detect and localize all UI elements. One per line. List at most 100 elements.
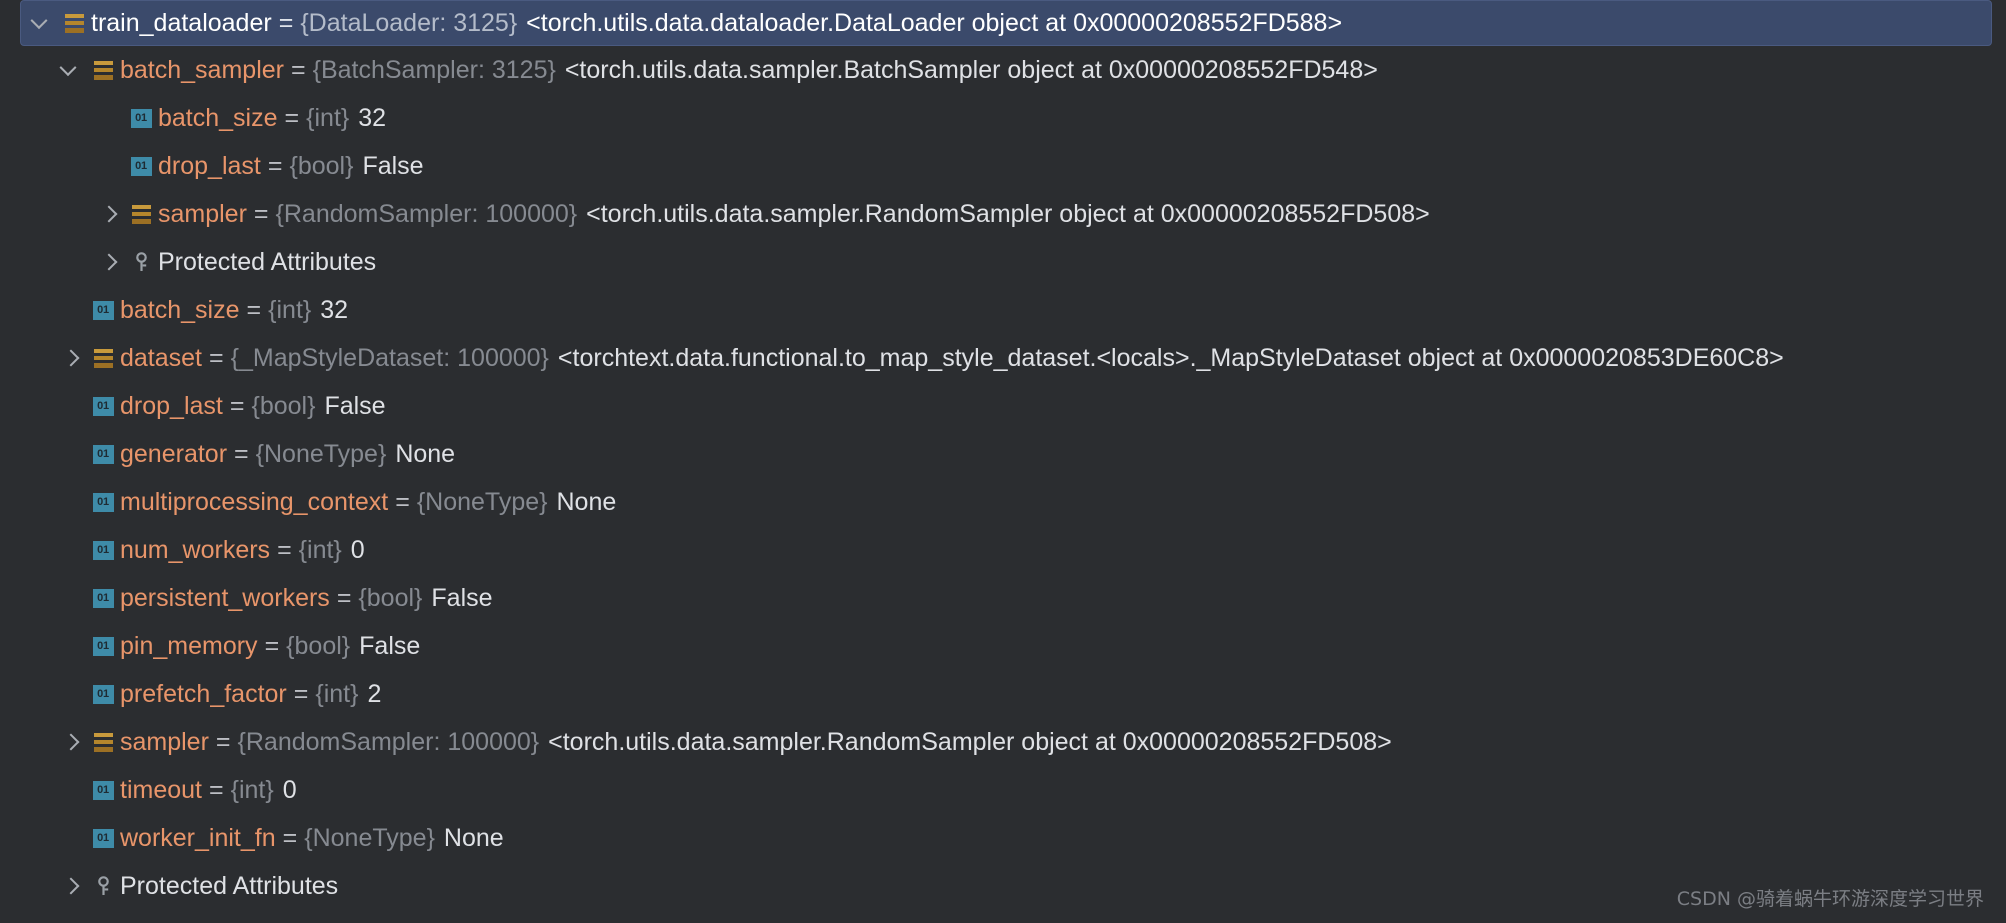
variable-repr: <torch.utils.data.sampler.RandomSampler …	[586, 200, 1430, 228]
equals-sign: =	[253, 200, 269, 228]
variable-name: prefetch_factor	[120, 680, 287, 708]
primitive-icon-glyph: 01	[92, 588, 114, 608]
chevron-right-icon[interactable]	[60, 718, 86, 766]
variable-value: False	[362, 152, 424, 180]
variable-type: {RandomSampler: 100000}	[237, 728, 540, 756]
tree-row[interactable]: 01 timeout = {int} 0	[0, 766, 2006, 814]
equals-sign: =	[278, 9, 294, 37]
variable-value: 0	[282, 776, 297, 804]
variable-value: 0	[350, 536, 365, 564]
object-icon-glyph	[93, 732, 113, 752]
variable-name: batch_sampler	[120, 56, 284, 84]
chevron-right-icon[interactable]	[60, 334, 86, 382]
group-label: Protected Attributes	[120, 872, 339, 900]
variable-repr: <torch.utils.data.sampler.BatchSampler o…	[564, 56, 1378, 84]
object-icon	[86, 334, 120, 382]
equals-sign: =	[215, 728, 231, 756]
variable-name: multiprocessing_context	[120, 488, 389, 516]
primitive-icon-glyph: 01	[92, 300, 114, 320]
tree-row[interactable]: 01 worker_init_fn = {NoneType} None	[0, 814, 2006, 862]
variable-value: 32	[320, 296, 349, 324]
watermark: CSDN @骑着蜗牛环游深度学习世界	[1676, 888, 1984, 910]
variable-name: drop_last	[120, 392, 223, 420]
variable-name: sampler	[158, 200, 247, 228]
tree-row[interactable]: train_dataloader = {DataLoader: 3125} <torc…	[20, 0, 1992, 46]
equals-sign: =	[290, 56, 306, 84]
primitive-icon: 01	[86, 430, 120, 478]
tree-row[interactable]: 01 drop_last = {bool} False	[0, 382, 2006, 430]
primitive-icon-glyph: 01	[92, 396, 114, 416]
tree-row[interactable]: batch_sampler = {BatchSampler: 3125} <torch…	[0, 46, 2006, 94]
variable-name: generator	[120, 440, 228, 468]
tree-rows-container: train_dataloader = {DataLoader: 3125} <torc…	[0, 0, 2006, 910]
primitive-icon: 01	[86, 478, 120, 526]
debugger-variables-tree[interactable]: train_dataloader = {DataLoader: 3125} <torc…	[0, 0, 2006, 923]
object-icon-glyph	[93, 348, 113, 368]
object-icon-glyph	[64, 13, 84, 33]
object-icon	[86, 718, 120, 766]
tree-row[interactable]: 01 persistent_workers = {bool} False	[0, 574, 2006, 622]
equals-sign: =	[336, 584, 352, 612]
variable-value: 2	[367, 680, 382, 708]
variable-type: {int}	[298, 536, 342, 564]
chevron-down-icon[interactable]	[31, 0, 57, 47]
variable-type: {NoneType}	[304, 824, 435, 852]
equals-sign: =	[395, 488, 410, 516]
key-icon-glyph	[135, 252, 147, 271]
variable-name: worker_init_fn	[120, 824, 276, 852]
tree-row[interactable]: sampler = {RandomSampler: 100000} <torch.ut…	[0, 190, 2006, 238]
variable-type: {RandomSampler: 100000}	[275, 200, 578, 228]
primitive-icon-glyph: 01	[130, 108, 152, 128]
tree-row[interactable]: 01 prefetch_factor = {int} 2	[0, 670, 2006, 718]
equals-sign: =	[277, 536, 292, 564]
variable-type: {NoneType}	[255, 440, 387, 468]
primitive-icon-glyph: 01	[92, 444, 114, 464]
tree-row[interactable]: 01 batch_size = {int} 32	[0, 286, 2006, 334]
tree-row[interactable]: 01 generator = {NoneType} None	[0, 430, 2006, 478]
chevron-down-icon[interactable]	[60, 46, 86, 94]
tree-row[interactable]: dataset = {_MapStyleDataset: 100000} <torch…	[0, 334, 2006, 382]
chevron-right-icon[interactable]	[60, 862, 86, 910]
variable-type: {int}	[268, 296, 312, 324]
variable-name: sampler	[120, 728, 209, 756]
chevron-right-icon[interactable]	[98, 190, 124, 238]
tree-row[interactable]: 01 drop_last = {bool} False	[0, 142, 2006, 190]
key-icon	[124, 238, 158, 286]
key-icon	[86, 862, 120, 910]
object-icon	[86, 46, 120, 94]
variable-type: {int}	[315, 680, 359, 708]
tree-row[interactable]: 01 multiprocessing_context = {NoneType} None	[0, 478, 2006, 526]
variable-type: {NoneType}	[416, 488, 548, 516]
tree-row[interactable]: Protected Attributes	[0, 238, 2006, 286]
variable-name: batch_size	[120, 296, 240, 324]
equals-sign: =	[234, 440, 249, 468]
primitive-icon: 01	[124, 142, 158, 190]
chevron-right-icon[interactable]	[98, 238, 124, 286]
tree-row[interactable]: 01 pin_memory = {bool} False	[0, 622, 2006, 670]
tree-row[interactable]: 01 num_workers = {int} 0	[0, 526, 2006, 574]
primitive-icon: 01	[86, 382, 120, 430]
group-label: Protected Attributes	[158, 248, 377, 276]
tree-row[interactable]: 01 batch_size = {int} 32	[0, 94, 2006, 142]
variable-type: {bool}	[358, 584, 423, 612]
equals-sign: =	[208, 776, 224, 804]
equals-sign: =	[264, 632, 280, 660]
variable-value: False	[431, 584, 493, 612]
tree-row[interactable]: sampler = {RandomSampler: 100000} <torch.ut…	[0, 718, 2006, 766]
primitive-icon: 01	[86, 814, 120, 862]
primitive-icon: 01	[124, 94, 158, 142]
variable-type: {bool}	[251, 392, 316, 420]
equals-sign: =	[267, 152, 283, 180]
variable-type: {bool}	[289, 152, 354, 180]
primitive-icon-glyph: 01	[92, 540, 114, 560]
variable-value: None	[556, 488, 617, 516]
